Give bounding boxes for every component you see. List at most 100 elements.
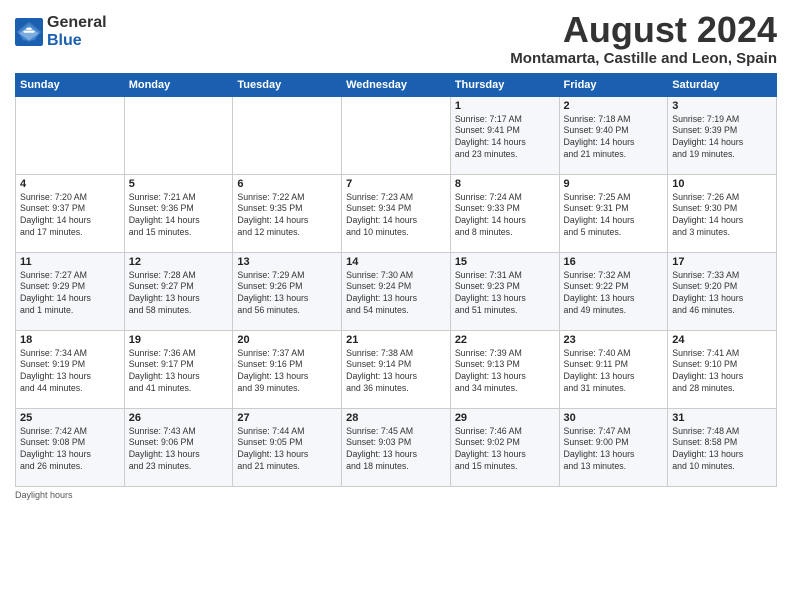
- day-info: Sunrise: 7:40 AM Sunset: 9:11 PM Dayligh…: [564, 348, 664, 396]
- location-title: Montamarta, Castille and Leon, Spain: [510, 50, 777, 67]
- calendar-cell: 21Sunrise: 7:38 AM Sunset: 9:14 PM Dayli…: [342, 330, 451, 408]
- calendar-week-5: 25 Sunrise: 7:42 AM Sunset: 9:08 PM Dayli…: [16, 408, 777, 486]
- calendar-week-2: 4 Sunrise: 7:20 AM Sunset: 9:37 PM Daylig…: [16, 174, 777, 252]
- weekday-header-saturday: Saturday: [668, 73, 777, 96]
- day-number: 21: [346, 334, 446, 346]
- day-info: Sunrise: 7:44 AM Sunset: 9:05 PM Dayligh…: [237, 426, 337, 474]
- calendar-cell: 13 Sunrise: 7:29 AM Sunset: 9:26 PM Dayli…: [233, 252, 342, 330]
- day-info: Sunrise: 7:32 AM Sunset: 9:22 PM Dayligh…: [564, 270, 664, 318]
- calendar-cell: 31 Sunrise: 7:48 AM Sunset: 8:58 PM Dayli…: [668, 408, 777, 486]
- day-info: Sunrise: 7:33 AM Sunset: 9:20 PM Dayligh…: [672, 270, 772, 318]
- day-info: Sunrise: 7:36 AM Sunset: 9:17 PM Dayligh…: [129, 348, 229, 396]
- calendar-cell: 28Sunrise: 7:45 AM Sunset: 9:03 PM Dayli…: [342, 408, 451, 486]
- calendar-cell: 29 Sunrise: 7:46 AM Sunset: 9:02 PM Dayli…: [450, 408, 559, 486]
- day-info: Sunrise: 7:29 AM Sunset: 9:26 PM Dayligh…: [237, 270, 337, 318]
- day-info: Sunrise: 7:37 AM Sunset: 9:16 PM Dayligh…: [237, 348, 337, 396]
- day-number: 16: [564, 256, 664, 268]
- calendar-cell: 10Sunrise: 7:26 AM Sunset: 9:30 PM Dayli…: [668, 174, 777, 252]
- day-number: 20: [237, 334, 337, 346]
- weekday-header-sunday: Sunday: [16, 73, 125, 96]
- calendar-cell: 18 Sunrise: 7:34 AM Sunset: 9:19 PM Dayli…: [16, 330, 125, 408]
- day-number: 4: [20, 178, 120, 190]
- month-title: August 2024: [510, 10, 777, 50]
- day-info: Sunrise: 7:48 AM Sunset: 8:58 PM Dayligh…: [672, 426, 772, 474]
- calendar-cell: 1 Sunrise: 7:17 AM Sunset: 9:41 PM Daylig…: [450, 96, 559, 174]
- day-number: 3: [672, 100, 772, 112]
- header: General Blue August 2024 Montamarta, Cas…: [15, 10, 777, 67]
- day-info: Sunrise: 7:31 AM Sunset: 9:23 PM Dayligh…: [455, 270, 555, 318]
- weekday-header-row: SundayMondayTuesdayWednesdayThursdayFrid…: [16, 73, 777, 96]
- calendar-cell: 22Sunrise: 7:39 AM Sunset: 9:13 PM Dayli…: [450, 330, 559, 408]
- footer-note: Daylight hours: [15, 490, 777, 500]
- day-number: 25: [20, 412, 120, 424]
- calendar-cell: 19Sunrise: 7:36 AM Sunset: 9:17 PM Dayli…: [124, 330, 233, 408]
- day-info: Sunrise: 7:25 AM Sunset: 9:31 PM Dayligh…: [564, 192, 664, 240]
- day-number: 6: [237, 178, 337, 190]
- day-number: 15: [455, 256, 555, 268]
- calendar-cell: [233, 96, 342, 174]
- logo-blue: Blue: [47, 32, 107, 50]
- calendar-cell: [342, 96, 451, 174]
- day-info: Sunrise: 7:46 AM Sunset: 9:02 PM Dayligh…: [455, 426, 555, 474]
- day-number: 7: [346, 178, 446, 190]
- day-info: Sunrise: 7:21 AM Sunset: 9:36 PM Dayligh…: [129, 192, 229, 240]
- day-info: Sunrise: 7:30 AM Sunset: 9:24 PM Dayligh…: [346, 270, 446, 318]
- day-info: Sunrise: 7:41 AM Sunset: 9:10 PM Dayligh…: [672, 348, 772, 396]
- logo-icon: [15, 18, 43, 46]
- day-number: 10: [672, 178, 772, 190]
- day-number: 11: [20, 256, 120, 268]
- calendar-cell: [124, 96, 233, 174]
- page: General Blue August 2024 Montamarta, Cas…: [0, 0, 792, 612]
- day-info: Sunrise: 7:18 AM Sunset: 9:40 PM Dayligh…: [564, 114, 664, 162]
- day-number: 30: [564, 412, 664, 424]
- calendar-cell: 3 Sunrise: 7:19 AM Sunset: 9:39 PM Daylig…: [668, 96, 777, 174]
- day-info: Sunrise: 7:27 AM Sunset: 9:29 PM Dayligh…: [20, 270, 120, 318]
- calendar-cell: [16, 96, 125, 174]
- day-number: 31: [672, 412, 772, 424]
- weekday-header-thursday: Thursday: [450, 73, 559, 96]
- day-info: Sunrise: 7:24 AM Sunset: 9:33 PM Dayligh…: [455, 192, 555, 240]
- day-info: Sunrise: 7:47 AM Sunset: 9:00 PM Dayligh…: [564, 426, 664, 474]
- day-number: 17: [672, 256, 772, 268]
- calendar-cell: 27Sunrise: 7:44 AM Sunset: 9:05 PM Dayli…: [233, 408, 342, 486]
- calendar-cell: 4 Sunrise: 7:20 AM Sunset: 9:37 PM Daylig…: [16, 174, 125, 252]
- day-info: Sunrise: 7:20 AM Sunset: 9:37 PM Dayligh…: [20, 192, 120, 240]
- calendar-cell: 8 Sunrise: 7:24 AM Sunset: 9:33 PM Daylig…: [450, 174, 559, 252]
- calendar-cell: 14 Sunrise: 7:30 AM Sunset: 9:24 PM Dayli…: [342, 252, 451, 330]
- calendar-cell: 12Sunrise: 7:28 AM Sunset: 9:27 PM Dayli…: [124, 252, 233, 330]
- day-number: 12: [129, 256, 229, 268]
- calendar-week-1: 1 Sunrise: 7:17 AM Sunset: 9:41 PM Daylig…: [16, 96, 777, 174]
- calendar-week-4: 18 Sunrise: 7:34 AM Sunset: 9:19 PM Dayli…: [16, 330, 777, 408]
- day-info: Sunrise: 7:17 AM Sunset: 9:41 PM Dayligh…: [455, 114, 555, 162]
- day-number: 1: [455, 100, 555, 112]
- day-number: 29: [455, 412, 555, 424]
- calendar-cell: 5Sunrise: 7:21 AM Sunset: 9:36 PM Daylig…: [124, 174, 233, 252]
- title-block: August 2024 Montamarta, Castille and Leo…: [510, 10, 777, 67]
- day-number: 24: [672, 334, 772, 346]
- calendar-cell: 26Sunrise: 7:43 AM Sunset: 9:06 PM Dayli…: [124, 408, 233, 486]
- day-number: 8: [455, 178, 555, 190]
- calendar-cell: 6 Sunrise: 7:22 AM Sunset: 9:35 PM Daylig…: [233, 174, 342, 252]
- logo-general: General: [47, 14, 107, 32]
- day-info: Sunrise: 7:43 AM Sunset: 9:06 PM Dayligh…: [129, 426, 229, 474]
- calendar-week-3: 11 Sunrise: 7:27 AM Sunset: 9:29 PM Dayli…: [16, 252, 777, 330]
- weekday-header-friday: Friday: [559, 73, 668, 96]
- weekday-header-wednesday: Wednesday: [342, 73, 451, 96]
- day-number: 14: [346, 256, 446, 268]
- day-info: Sunrise: 7:34 AM Sunset: 9:19 PM Dayligh…: [20, 348, 120, 396]
- day-number: 9: [564, 178, 664, 190]
- day-number: 23: [564, 334, 664, 346]
- day-number: 13: [237, 256, 337, 268]
- day-info: Sunrise: 7:19 AM Sunset: 9:39 PM Dayligh…: [672, 114, 772, 162]
- day-info: Sunrise: 7:39 AM Sunset: 9:13 PM Dayligh…: [455, 348, 555, 396]
- calendar-cell: 20 Sunrise: 7:37 AM Sunset: 9:16 PM Dayli…: [233, 330, 342, 408]
- weekday-header-tuesday: Tuesday: [233, 73, 342, 96]
- day-info: Sunrise: 7:22 AM Sunset: 9:35 PM Dayligh…: [237, 192, 337, 240]
- calendar-cell: 9 Sunrise: 7:25 AM Sunset: 9:31 PM Daylig…: [559, 174, 668, 252]
- calendar-cell: 25 Sunrise: 7:42 AM Sunset: 9:08 PM Dayli…: [16, 408, 125, 486]
- calendar-cell: 16 Sunrise: 7:32 AM Sunset: 9:22 PM Dayli…: [559, 252, 668, 330]
- day-number: 18: [20, 334, 120, 346]
- day-info: Sunrise: 7:42 AM Sunset: 9:08 PM Dayligh…: [20, 426, 120, 474]
- calendar-cell: 7Sunrise: 7:23 AM Sunset: 9:34 PM Daylig…: [342, 174, 451, 252]
- day-number: 2: [564, 100, 664, 112]
